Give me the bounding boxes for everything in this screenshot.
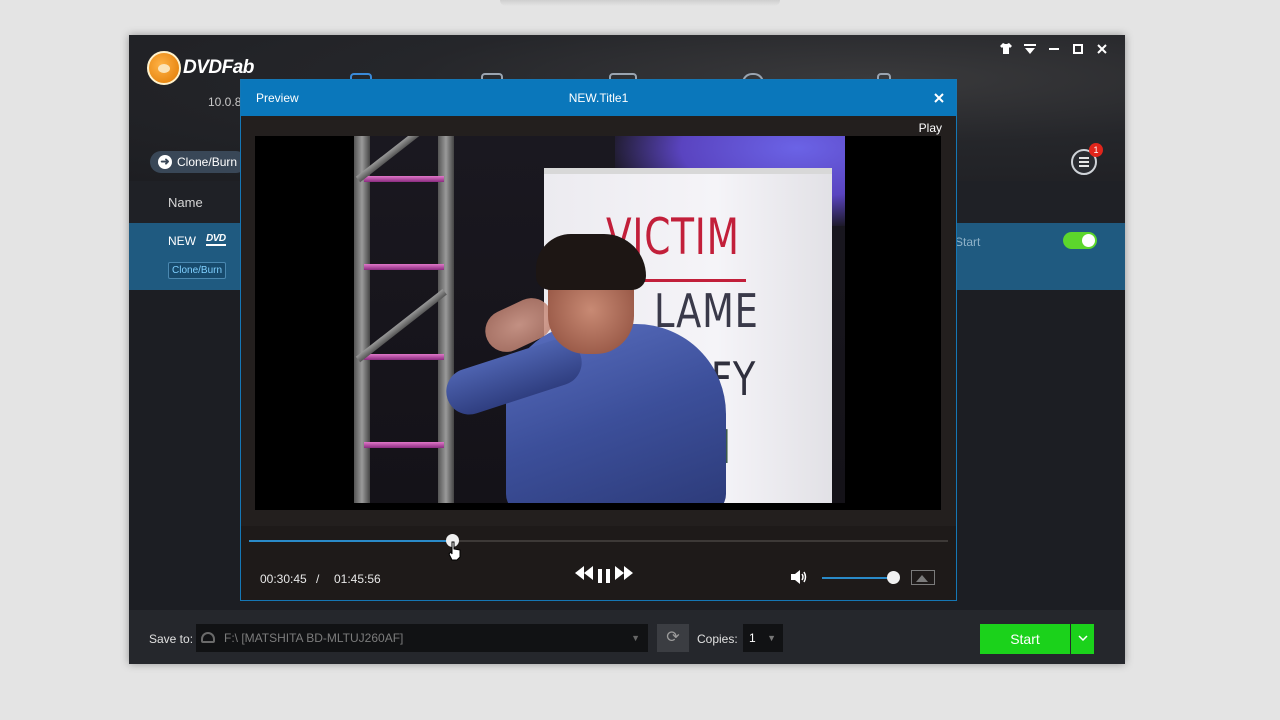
presenter bbox=[440, 234, 744, 503]
volume-slider[interactable] bbox=[822, 571, 900, 584]
seek-bar[interactable] bbox=[249, 534, 948, 561]
truss-rung bbox=[364, 354, 444, 360]
drive-icon bbox=[201, 632, 215, 643]
app-version: 10.0.8 bbox=[208, 95, 242, 109]
truss-rung bbox=[364, 442, 444, 448]
dvd-logo-icon: DVD bbox=[206, 233, 226, 246]
dialog-close-icon[interactable] bbox=[934, 90, 944, 106]
play-status: Play bbox=[918, 121, 942, 135]
save-to-label: Save to: bbox=[149, 632, 194, 646]
start-button[interactable]: Start bbox=[980, 624, 1070, 654]
dialog-title: NEW.Title1 bbox=[568, 91, 629, 105]
add-source-icon: ➜ bbox=[158, 155, 172, 169]
fast-forward-button[interactable] bbox=[615, 566, 633, 585]
bottom-bar: Save to: F:\ [MATSHITA BD-MLTUJ260AF] ▼ … bbox=[129, 610, 1125, 664]
volume-level bbox=[822, 577, 893, 579]
video-frame: VICTIM LAME TIFY IN bbox=[354, 136, 845, 503]
seek-progress bbox=[249, 540, 452, 542]
chevron-down-icon: ▼ bbox=[767, 633, 776, 643]
presenter-hair bbox=[536, 234, 646, 290]
maximize-icon[interactable] bbox=[1071, 43, 1085, 57]
truss-rung bbox=[364, 264, 444, 270]
chevron-down-icon bbox=[1077, 633, 1088, 644]
dialog-label: Preview bbox=[256, 91, 299, 105]
time-separator: / bbox=[316, 572, 320, 586]
start-options-button[interactable] bbox=[1071, 624, 1094, 654]
mode-selector[interactable]: ➜ Clone/Burn bbox=[150, 151, 248, 173]
volume-handle[interactable] bbox=[887, 571, 900, 584]
minimize-icon[interactable] bbox=[1047, 43, 1061, 57]
desktop-shadow bbox=[500, 0, 780, 6]
row-title: NEW bbox=[168, 234, 196, 248]
hand-cursor-icon bbox=[448, 541, 462, 561]
copies-label: Copies: bbox=[697, 632, 738, 646]
brand-name: DVDFab bbox=[183, 57, 254, 78]
row-start-text: Start bbox=[955, 235, 981, 249]
snapshot-icon[interactable] bbox=[911, 570, 935, 585]
monkey-logo-icon bbox=[147, 51, 181, 85]
task-count-badge: 1 bbox=[1089, 143, 1103, 157]
column-name: Name bbox=[168, 195, 203, 210]
current-time: 00:30:45 bbox=[260, 572, 307, 586]
video-player[interactable]: VICTIM LAME TIFY IN bbox=[255, 136, 941, 510]
truss-rung bbox=[364, 176, 444, 182]
list-icon bbox=[1079, 157, 1089, 167]
volume-icon[interactable] bbox=[791, 569, 809, 585]
save-to-value: F:\ [MATSHITA BD-MLTUJ260AF] bbox=[224, 631, 404, 645]
save-to-select[interactable]: F:\ [MATSHITA BD-MLTUJ260AF] ▼ bbox=[196, 624, 648, 652]
total-time: 01:45:56 bbox=[334, 572, 381, 586]
mode-tag: Clone/Burn bbox=[168, 262, 227, 279]
transport-controls bbox=[575, 566, 633, 585]
refresh-button[interactable]: ⟳ bbox=[657, 624, 689, 652]
mode-label: Clone/Burn bbox=[177, 155, 238, 169]
window-controls bbox=[999, 43, 1109, 57]
preview-dialog: NEW.Title1 Preview Play VICTIM LAME TIFY… bbox=[240, 79, 957, 601]
skin-shirt-icon[interactable] bbox=[999, 43, 1013, 57]
refresh-icon: ⟳ bbox=[666, 629, 680, 646]
pause-button[interactable] bbox=[598, 568, 610, 583]
enable-toggle[interactable] bbox=[1063, 232, 1097, 249]
task-queue-button[interactable]: 1 bbox=[1071, 143, 1103, 175]
close-icon[interactable] bbox=[1095, 43, 1109, 57]
rewind-button[interactable] bbox=[575, 566, 593, 585]
copies-value: 1 bbox=[749, 631, 756, 645]
chevron-down-icon: ▼ bbox=[631, 633, 640, 643]
dialog-titlebar: NEW.Title1 Preview bbox=[241, 80, 956, 116]
menu-dropdown-icon[interactable] bbox=[1023, 43, 1037, 57]
copies-select[interactable]: 1 ▼ bbox=[743, 624, 783, 652]
player-controls: 00:30:45 / 01:45:56 bbox=[241, 526, 956, 600]
dialog-body: Play VICTIM LAME TIFY IN bbox=[241, 116, 956, 526]
